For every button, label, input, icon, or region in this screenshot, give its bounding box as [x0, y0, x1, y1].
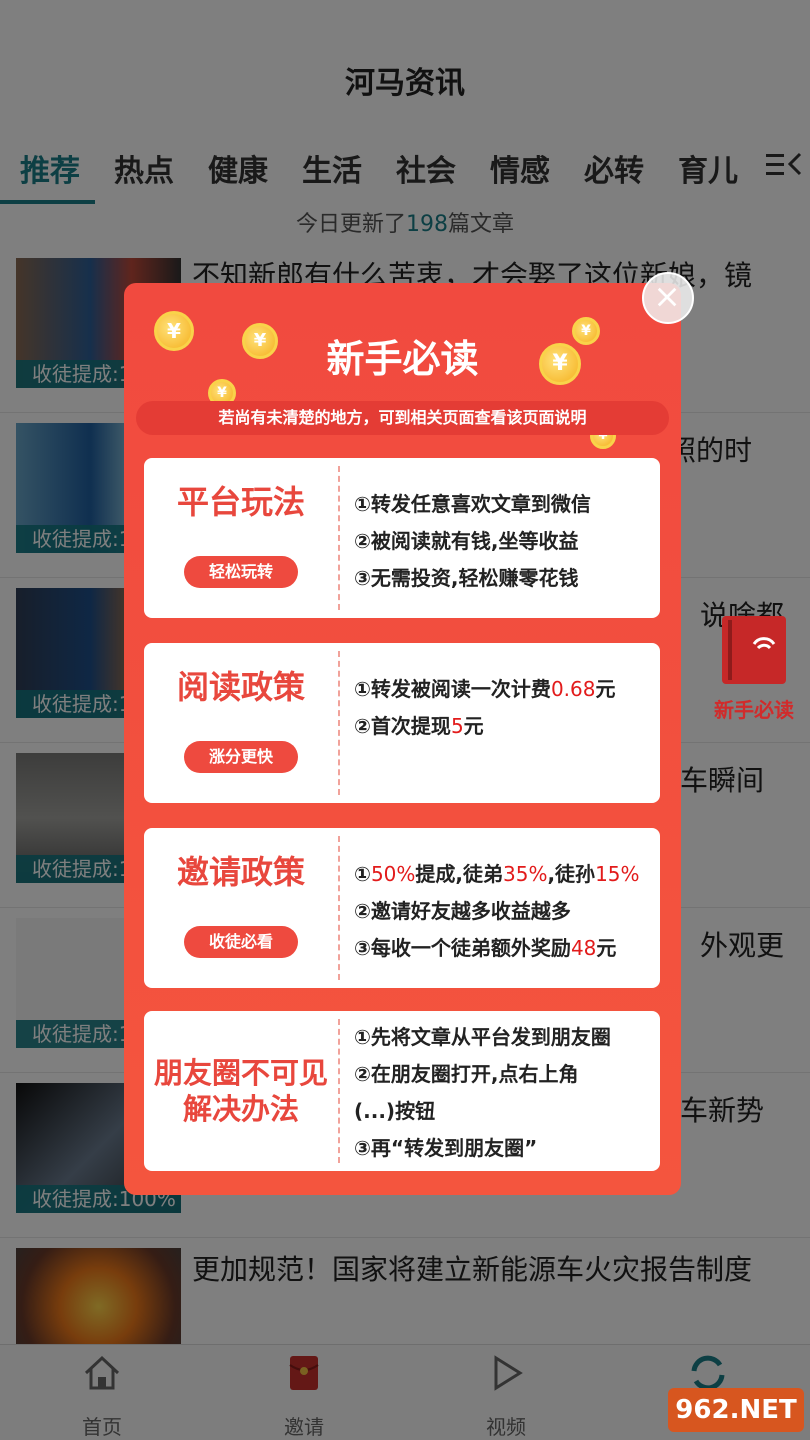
card-heading: 朋友圈不可见 解决办法: [153, 1056, 328, 1126]
card-heading: 邀请政策: [176, 853, 305, 891]
guide-card-moments: 朋友圈不可见 解决办法 ①先将文章从平台发到朋友圈 ②在朋友圈打开,点右上角 (.…: [144, 1011, 660, 1171]
apprentice-guide-button[interactable]: 收徒必看: [184, 926, 298, 958]
card-heading: 阅读政策: [176, 668, 305, 706]
card-line: (...)按钮: [354, 1099, 436, 1123]
modal-title: 新手必读: [326, 337, 479, 381]
card-line: ③无需投资,轻松赚零花钱: [354, 566, 579, 590]
card-line: ①转发任意喜欢文章到微信: [354, 492, 591, 516]
card-line: ②邀请好友越多收益越多: [354, 899, 571, 923]
close-icon: [657, 287, 677, 307]
guide-card-platform: 平台玩法 轻松玩转 ①转发任意喜欢文章到微信 ②被阅读就有钱,坐等收益 ③无需投…: [144, 458, 660, 618]
card-line: ②在朋友圈打开,点右上角: [354, 1062, 579, 1086]
card-line: ②首次提现5元: [354, 714, 484, 738]
card-heading: 平台玩法: [176, 483, 305, 521]
book-icon: [722, 616, 786, 684]
faster-points-button[interactable]: 涨分更快: [184, 741, 298, 773]
card-line: ①先将文章从平台发到朋友圈: [354, 1025, 611, 1049]
guide-card-reading: 阅读政策 涨分更快 ①转发被阅读一次计费0.68元 ②首次提现5元: [144, 643, 660, 803]
newbie-guide-modal: ¥ ¥ ¥ ¥ ¥ ¥ 新手必读 若尚有未清楚的地方，可到相关页面查看该页面说明…: [124, 283, 681, 1195]
guide-card-invite: 邀请政策 收徒必看 ①50%提成,徒弟35%,徒孙15% ②邀请好友越多收益越多…: [144, 828, 660, 988]
card-line: ③再“转发到朋友圈”: [354, 1136, 538, 1160]
newbie-guide-shortcut[interactable]: 新手必读: [704, 610, 804, 722]
watermark-logo: 962.NET: [668, 1388, 804, 1432]
easy-play-button[interactable]: 轻松玩转: [184, 556, 298, 588]
close-modal-button[interactable]: [642, 272, 694, 324]
card-line: ①50%提成,徒弟35%,徒孙15%: [354, 862, 640, 886]
card-line: ②被阅读就有钱,坐等收益: [354, 529, 579, 553]
modal-subtitle: 若尚有未清楚的地方，可到相关页面查看该页面说明: [136, 401, 669, 435]
card-line: ①转发被阅读一次计费0.68元: [354, 677, 616, 701]
card-line: ③每收一个徒弟额外奖励48元: [354, 936, 617, 960]
